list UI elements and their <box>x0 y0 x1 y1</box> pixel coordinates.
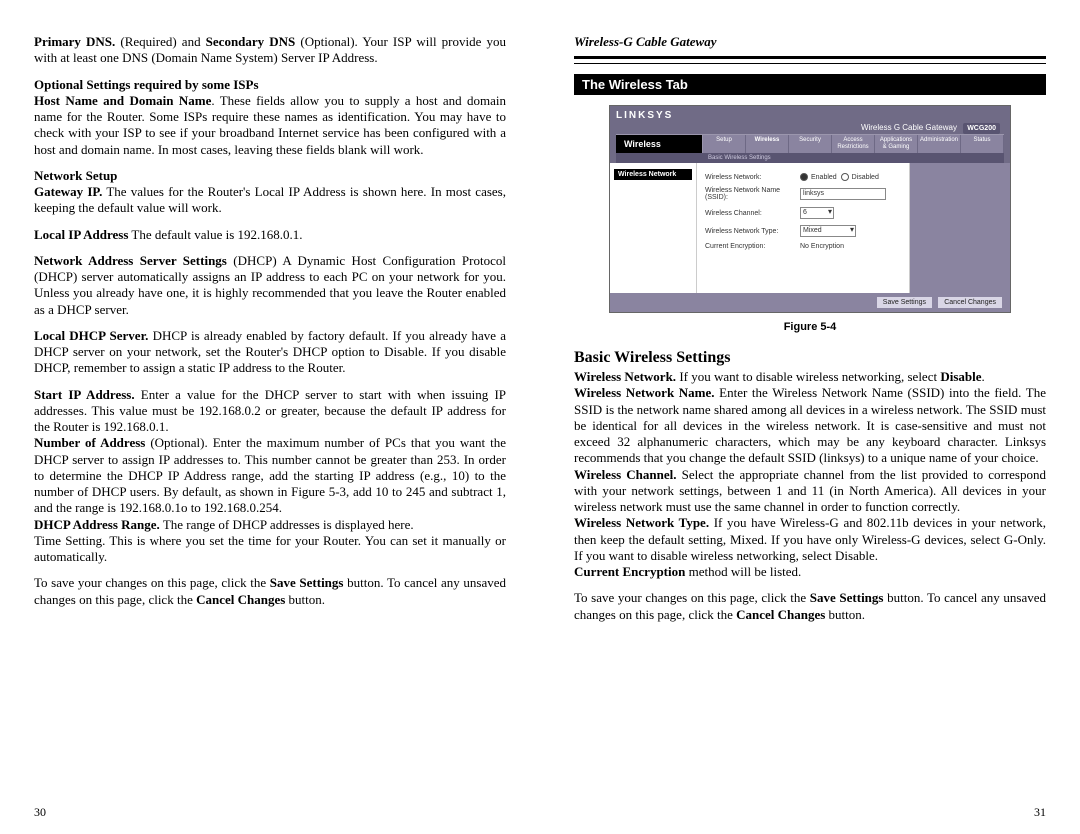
tab-wireless[interactable]: Wireless <box>746 135 789 153</box>
tab-access[interactable]: Access Restrictions <box>832 135 875 153</box>
para-local-ip: Local IP Address The default value is 19… <box>34 227 506 243</box>
right-body: Wireless Network. If you want to disable… <box>574 369 1046 633</box>
figure-footer: Save Settings Cancel Changes <box>610 293 1010 312</box>
figure-body: Wireless Network Wireless Network: Enabl… <box>610 163 1010 293</box>
para-primary-dns: Primary DNS. (Required) and Secondary DN… <box>34 34 506 67</box>
label-num-addr: Number of Address <box>34 435 145 450</box>
page-number-left: 30 <box>34 805 46 820</box>
para-save-cancel-right: To save your changes on this page, click… <box>574 590 1046 623</box>
figure-caption: Figure 5-4 <box>574 321 1046 333</box>
model-badge: WCG200 <box>963 123 1000 134</box>
channel-select[interactable]: 6 <box>800 207 834 219</box>
tab-status[interactable]: Status <box>961 135 1004 153</box>
rule-thick <box>574 56 1046 59</box>
page-right: Wireless-G Cable Gateway The Wireless Ta… <box>540 0 1080 834</box>
left-body: Primary DNS. (Required) and Secondary DN… <box>34 34 506 618</box>
label-secondary-dns: Secondary DNS <box>206 34 296 49</box>
label-local-ip: Local IP Address <box>34 227 128 242</box>
field-wireless-network: Wireless Network: Enabled Disabled <box>705 173 901 181</box>
figure-title-row: Wireless G Cable Gateway WCG200 <box>616 121 1004 135</box>
field-type: Wireless Network Type: Mixed <box>705 225 901 237</box>
heading-optional-settings: Optional Settings required by some ISPs <box>34 77 506 93</box>
type-select[interactable]: Mixed <box>800 225 856 237</box>
page-number-right: 31 <box>1034 805 1046 820</box>
para-dhcp-range: DHCP Address Range. The range of DHCP ad… <box>34 517 506 533</box>
radio-enabled[interactable] <box>800 173 808 181</box>
nav-section-label: Wireless <box>616 135 702 153</box>
heading-network-setup: Network Setup <box>34 168 506 184</box>
para-current-encryption: Current Encryption method will be listed… <box>574 564 1046 580</box>
ssid-input[interactable]: linksys <box>800 188 886 200</box>
para-save-cancel-left: To save your changes on this page, click… <box>34 575 506 608</box>
save-settings-button[interactable]: Save Settings <box>877 297 932 308</box>
side-label-wireless-network: Wireless Network <box>614 169 692 180</box>
para-start-ip: Start IP Address. Enter a value for the … <box>34 387 506 436</box>
figure-body-left: Wireless Network <box>610 163 696 293</box>
field-ssid: Wireless Network Name (SSID): linksys <box>705 187 901 201</box>
figure-nav: Wireless Setup Wireless Security Access … <box>616 135 1004 153</box>
para-gateway-ip: Gateway IP. The values for the Router's … <box>34 184 506 217</box>
label-local-dhcp: Local DHCP Server. <box>34 328 148 343</box>
figure-header: LINKSYS Wireless G Cable Gateway WCG200 … <box>610 106 1010 163</box>
label-start-ip: Start IP Address. <box>34 387 135 402</box>
field-channel: Wireless Channel: 6 <box>705 207 901 219</box>
sub-nav: Basic Wireless Settings <box>616 153 1004 163</box>
para-wireless-network: Wireless Network. If you want to disable… <box>574 369 1046 385</box>
two-page-spread: Primary DNS. (Required) and Secondary DN… <box>0 0 1080 834</box>
figure-body-right-pad <box>910 163 1010 293</box>
tab-setup[interactable]: Setup <box>703 135 746 153</box>
figure-form: Wireless Network: Enabled Disabled Wirel… <box>696 163 910 293</box>
radio-disabled[interactable] <box>841 173 849 181</box>
field-encryption: Current Encryption: No Encryption <box>705 243 901 250</box>
section-bar-wireless-tab: The Wireless Tab <box>574 74 1046 95</box>
tab-apps[interactable]: Applications & Gaming <box>875 135 918 153</box>
para-host-domain: Host Name and Domain Name. These fields … <box>34 93 506 158</box>
label-host-domain: Host Name and Domain Name <box>34 93 211 108</box>
brand-logo: LINKSYS <box>616 110 1004 121</box>
product-name: Wireless G Cable Gateway <box>861 123 957 132</box>
para-wireless-type: Wireless Network Type. If you have Wirel… <box>574 515 1046 564</box>
encryption-value: No Encryption <box>800 243 844 250</box>
para-nass: Network Address Server Settings (DHCP) A… <box>34 253 506 318</box>
tab-admin[interactable]: Administration <box>918 135 961 153</box>
running-head: Wireless-G Cable Gateway <box>574 34 1046 50</box>
cancel-changes-button[interactable]: Cancel Changes <box>938 297 1002 308</box>
para-wireless-name: Wireless Network Name. Enter the Wireles… <box>574 385 1046 466</box>
subnav-basic-wireless[interactable]: Basic Wireless Settings <box>702 153 777 163</box>
label-nass: Network Address Server Settings <box>34 253 227 268</box>
nav-tabs: Setup Wireless Security Access Restricti… <box>702 135 1004 153</box>
para-num-addr: Number of Address (Optional). Enter the … <box>34 435 506 516</box>
tab-security[interactable]: Security <box>789 135 832 153</box>
figure-router-ui: LINKSYS Wireless G Cable Gateway WCG200 … <box>609 105 1011 313</box>
para-wireless-channel: Wireless Channel. Select the appropriate… <box>574 467 1046 516</box>
label-gateway-ip: Gateway IP. <box>34 184 102 199</box>
para-time-setting: Time Setting. This is where you set the … <box>34 533 506 566</box>
heading-basic-wireless: Basic Wireless Settings <box>574 349 1046 367</box>
label-dhcp-range: DHCP Address Range. <box>34 517 160 532</box>
rule-thin <box>574 63 1046 64</box>
label-primary-dns: Primary DNS. <box>34 34 115 49</box>
page-left: Primary DNS. (Required) and Secondary DN… <box>0 0 540 834</box>
para-local-dhcp: Local DHCP Server. DHCP is already enabl… <box>34 328 506 377</box>
